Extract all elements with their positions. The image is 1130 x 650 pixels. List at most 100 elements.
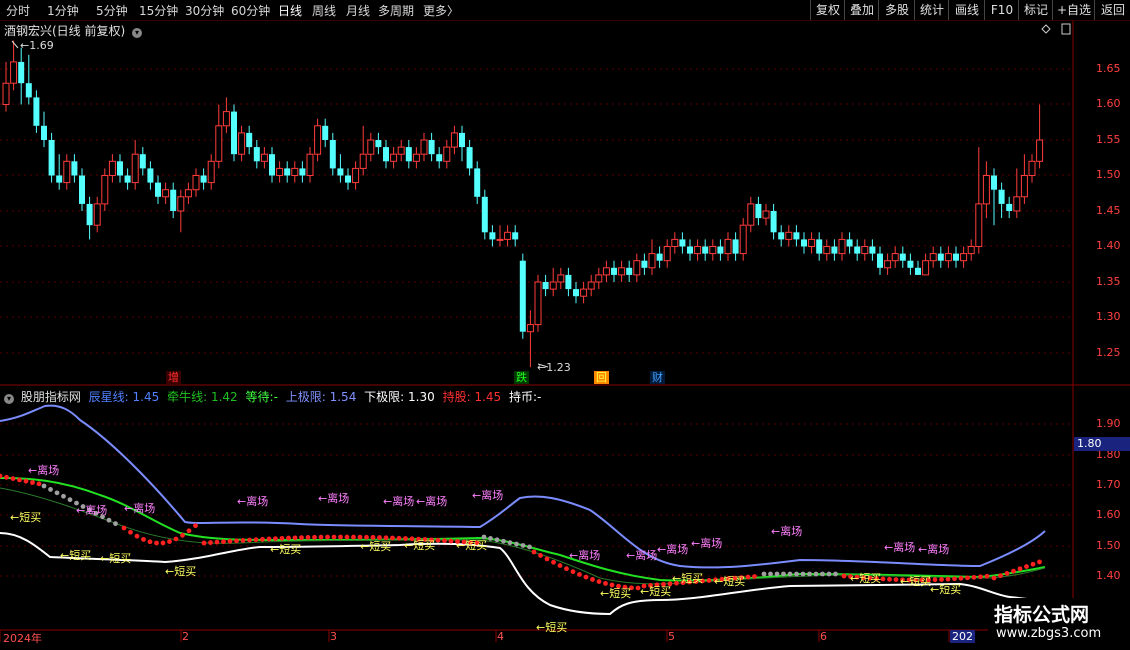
candle-body bbox=[41, 125, 47, 140]
candle-body bbox=[519, 260, 526, 332]
indicator-dot bbox=[794, 571, 799, 577]
indicator-dot bbox=[596, 579, 602, 584]
indicator-dot bbox=[141, 537, 146, 542]
diamond-icon[interactable] bbox=[1041, 24, 1051, 34]
candle-body bbox=[915, 267, 921, 275]
event-marker-finance[interactable]: 财 bbox=[650, 371, 665, 384]
candle-body bbox=[861, 246, 869, 255]
chart-frame bbox=[0, 21, 1130, 642]
candle-body bbox=[63, 160, 71, 184]
indicator-dot bbox=[325, 534, 330, 540]
indicator-value: 1.42 bbox=[210, 390, 238, 404]
short-buy-signal: ←短买 bbox=[714, 575, 746, 588]
short-buy-signal: ←短买 bbox=[10, 511, 42, 524]
chevron-down-icon[interactable]: ▾ bbox=[132, 28, 143, 38]
candle-body bbox=[253, 147, 260, 162]
indicator-dot bbox=[48, 487, 53, 492]
indicator-dot bbox=[984, 573, 990, 579]
indicator-dot bbox=[448, 538, 454, 544]
indicator-dot bbox=[180, 532, 185, 538]
candle-body bbox=[207, 160, 215, 184]
indicator-dot bbox=[761, 571, 767, 577]
indicator-menu-icon[interactable]: ▾ bbox=[4, 394, 14, 404]
indicator-label: 牵牛线: bbox=[167, 390, 208, 404]
indicator-dot bbox=[820, 571, 825, 577]
high-price-value: 1.69 bbox=[29, 39, 54, 52]
candle-body bbox=[428, 140, 435, 155]
candle-body bbox=[314, 125, 322, 155]
event-marker-return[interactable]: 回 bbox=[594, 371, 609, 384]
candle-body bbox=[816, 239, 823, 254]
indicator-dot bbox=[557, 563, 563, 568]
indicator-tick: 1.60 bbox=[1096, 508, 1121, 521]
candle-body bbox=[732, 239, 739, 254]
indicator-item-qianniu: 牵牛线: 1.42 bbox=[167, 390, 238, 404]
indicator-value: 1.54 bbox=[329, 390, 357, 404]
leave-signal: ←离场 bbox=[124, 502, 156, 515]
candle-body bbox=[86, 203, 93, 226]
candle-body bbox=[124, 175, 131, 183]
candle-body bbox=[587, 281, 595, 290]
candle-body bbox=[770, 211, 777, 233]
candle-body bbox=[573, 289, 579, 297]
candlestick-series bbox=[2, 40, 1044, 368]
candle-body bbox=[922, 260, 930, 276]
indicator-dot bbox=[531, 549, 537, 555]
candle-body bbox=[884, 260, 892, 269]
stock-name-label: 酒钢宏兴(日线 前复权) bbox=[4, 24, 126, 38]
indicator-dot bbox=[1011, 568, 1016, 574]
indicator-dot bbox=[564, 566, 569, 572]
panel-toggle-icon[interactable] bbox=[1061, 23, 1071, 35]
candle-body bbox=[808, 238, 816, 247]
candle-body bbox=[1028, 160, 1036, 177]
indicator-dot bbox=[61, 493, 66, 499]
candle-body bbox=[611, 267, 617, 275]
price-tick: 1.50 bbox=[1096, 168, 1121, 181]
candle-body bbox=[724, 238, 732, 255]
candle-body bbox=[238, 132, 246, 155]
candle-body bbox=[1006, 203, 1013, 211]
candle-body bbox=[648, 253, 656, 269]
indicator-dot bbox=[570, 569, 576, 575]
candle-body bbox=[466, 147, 473, 169]
candle-body bbox=[443, 146, 451, 162]
indicator-dot bbox=[514, 541, 519, 547]
time-tick: 2024年 bbox=[3, 632, 42, 645]
price-tick: 1.65 bbox=[1096, 62, 1121, 75]
event-marker-increase[interactable]: 增 bbox=[166, 371, 181, 384]
candle-body bbox=[276, 167, 284, 176]
indicator-dot bbox=[583, 574, 589, 580]
current-value-tag: 1.80 bbox=[1074, 437, 1130, 451]
indicator-value: 1.45 bbox=[474, 390, 502, 404]
indicator-dot bbox=[67, 497, 73, 503]
time-tick: 4 bbox=[497, 630, 504, 643]
indicator-tick: 1.90 bbox=[1096, 417, 1121, 430]
indicator-dot bbox=[781, 571, 786, 577]
indicator-dot bbox=[4, 474, 9, 480]
indicator-tick: 1.50 bbox=[1096, 539, 1121, 552]
short-buy-signal: ←短买 bbox=[600, 587, 632, 600]
indicator-dot bbox=[813, 571, 819, 577]
indicator-dot bbox=[800, 571, 806, 577]
leave-signal: ←离场 bbox=[884, 541, 916, 554]
indicator-title: ▾ 股朋指标网 辰星线: 1.45 牵牛线: 1.42 等待:- 上极限: 1.… bbox=[4, 388, 541, 405]
candle-body bbox=[170, 189, 177, 211]
price-tick: 1.40 bbox=[1096, 239, 1121, 252]
leave-signal: ←离场 bbox=[28, 464, 60, 477]
candle-body bbox=[117, 161, 123, 176]
price-tick: 1.55 bbox=[1096, 133, 1121, 146]
high-price-label: ←1.69 bbox=[20, 39, 54, 52]
candle-body bbox=[162, 189, 170, 198]
indicator-lines bbox=[0, 404, 1046, 616]
indicator-dot bbox=[965, 575, 970, 581]
indicator-dot bbox=[998, 573, 1003, 579]
candle-body bbox=[975, 203, 983, 247]
indicator-dot bbox=[507, 540, 513, 546]
indicator-dot bbox=[768, 571, 773, 577]
leave-signal: ←离场 bbox=[918, 543, 950, 556]
candle-body bbox=[953, 253, 959, 261]
event-marker-fall[interactable]: 跌 bbox=[514, 371, 529, 384]
leave-signal: ←离场 bbox=[691, 537, 723, 550]
indicator-dot bbox=[494, 537, 500, 543]
indicator-dots bbox=[0, 473, 1042, 591]
